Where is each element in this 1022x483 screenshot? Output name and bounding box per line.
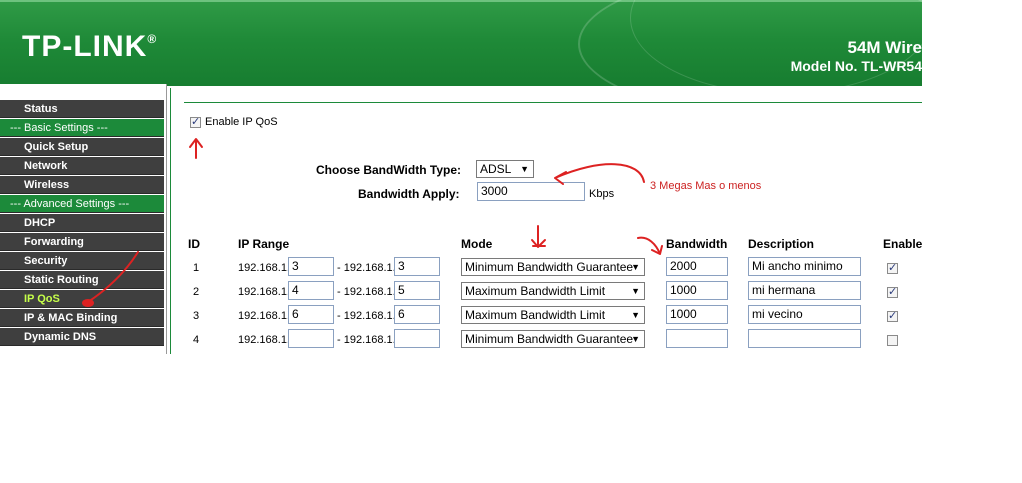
row-1-description-input[interactable]: Mi ancho minimo [748,257,861,276]
bandwidth-unit-label: Kbps [589,188,615,200]
row-1-ip-separator: - 192.168.1. [337,262,396,274]
content-left-border [170,88,171,354]
row-1-id: 1 [193,262,200,274]
sidebar-item-ip-mac-binding[interactable]: IP & MAC Binding [0,309,164,327]
row-1-mode-value: Minimum Bandwidth Guarantee [465,260,634,274]
sidebar-item-wireless[interactable]: Wireless [0,176,164,194]
sidebar-section-basic-settings[interactable]: --- Basic Settings --- [0,119,164,137]
col-header-id: ID [188,237,200,251]
row-1-enable-checkbox[interactable] [887,261,898,274]
row-1-ip-prefix: 192.168.1. [238,262,290,274]
row-2-ip-separator: - 192.168.1. [337,286,396,298]
bandwidth-apply-label: Bandwidth Apply: [358,187,460,201]
row-4-mode-value: Minimum Bandwidth Guarantee [465,332,634,346]
sidebar-item-dynamic-dns[interactable]: Dynamic DNS [0,328,164,346]
col-header-bandwidth: Bandwidth [666,237,728,251]
row-2-mode-select[interactable]: Maximum Bandwidth Limit ▼ [461,282,645,300]
col-header-ip-range: IP Range [238,237,290,251]
chevron-down-icon: ▼ [631,310,640,320]
sidebar-nav: Status --- Basic Settings --- Quick Setu… [0,84,167,354]
chevron-down-icon: ▼ [520,164,529,174]
product-name: 54M Wire [847,38,922,57]
header-banner: TP-LINK® 54M Wire Model No. TL-WR54 [0,0,922,116]
row-3-mode-select[interactable]: Maximum Bandwidth Limit ▼ [461,306,645,324]
sidebar-item-network[interactable]: Network [0,157,164,175]
sidebar-item-quick-setup[interactable]: Quick Setup [0,138,164,156]
row-4-mode-select[interactable]: Minimum Bandwidth Guarantee ▼ [461,330,645,348]
row-2-id: 2 [193,286,200,298]
row-4-ip-start-input[interactable] [288,329,334,348]
row-2-ip-start-input[interactable]: 4 [288,281,334,300]
row-4-ip-end-input[interactable] [394,329,440,348]
row-1-ip-start-input[interactable]: 3 [288,257,334,276]
content-top-divider [184,102,922,103]
row-2-description-input[interactable]: mi hermana [748,281,861,300]
row-3-ip-end-input[interactable]: 6 [394,305,440,324]
row-3-id: 3 [193,310,200,322]
row-2-ip-end-input[interactable]: 5 [394,281,440,300]
row-3-ip-start-input[interactable]: 6 [288,305,334,324]
sidebar-item-dhcp[interactable]: DHCP [0,214,164,232]
row-3-mode-value: Maximum Bandwidth Limit [465,308,606,322]
col-header-description: Description [748,237,815,251]
row-2-bandwidth-input[interactable]: 1000 [666,281,728,300]
bandwidth-type-select[interactable]: ADSL ▼ [476,160,534,178]
sidebar-section-advanced-settings[interactable]: --- Advanced Settings --- [0,195,164,213]
row-3-description-input[interactable]: mi vecino [748,305,861,324]
row-1-mode-select[interactable]: Minimum Bandwidth Guarantee ▼ [461,258,645,276]
chevron-down-icon: ▼ [631,334,640,344]
enable-ip-qos-checkbox[interactable] [190,115,201,128]
screenshot-area: TP-LINK® 54M Wire Model No. TL-WR54 Stat… [0,0,922,354]
row-3-ip-prefix: 192.168.1. [238,310,290,322]
bandwidth-type-value: ADSL [480,162,512,176]
enable-ip-qos-row: Enable IP QoS [190,115,278,129]
row-2-mode-value: Maximum Bandwidth Limit [465,284,606,298]
row-4-bandwidth-input[interactable] [666,329,728,348]
handwritten-annotation: 3 Megas Mas o menos [650,180,762,192]
chevron-down-icon: ▼ [631,286,640,296]
col-header-mode: Mode [461,237,493,251]
sidebar-item-forwarding[interactable]: Forwarding [0,233,164,251]
row-4-id: 4 [193,334,200,346]
row-4-enable-checkbox[interactable] [887,335,898,346]
bandwidth-type-label: Choose BandWidth Type: [316,163,461,177]
qos-content-panel: Enable IP QoS Choose BandWidth Type: ADS… [168,84,922,354]
row-2-ip-prefix: 192.168.1. [238,286,290,298]
sidebar-item-security[interactable]: Security [0,252,164,270]
sidebar-item-static-routing[interactable]: Static Routing [0,271,164,289]
row-4-description-input[interactable] [748,329,861,348]
enable-ip-qos-label: Enable IP QoS [205,116,278,129]
row-3-ip-separator: - 192.168.1. [337,310,396,322]
row-1-bandwidth-input[interactable]: 2000 [666,257,728,276]
row-2-enable-checkbox[interactable] [887,285,898,298]
row-4-ip-separator: - 192.168.1. [337,334,396,346]
row-4-ip-prefix: 192.168.1. [238,334,290,346]
sidebar-item-status[interactable]: Status [0,100,164,118]
model-number: Model No. TL-WR54 [790,58,922,74]
tp-link-logo: TP-LINK® [22,30,158,63]
row-3-enable-checkbox[interactable] [887,309,898,322]
col-header-enable: Enable [883,237,922,251]
row-1-ip-end-input[interactable]: 3 [394,257,440,276]
sidebar-item-ip-qos[interactable]: IP QoS [0,290,164,308]
chevron-down-icon: ▼ [631,262,640,272]
row-3-bandwidth-input[interactable]: 1000 [666,305,728,324]
bandwidth-apply-input[interactable]: 3000 [477,182,585,201]
